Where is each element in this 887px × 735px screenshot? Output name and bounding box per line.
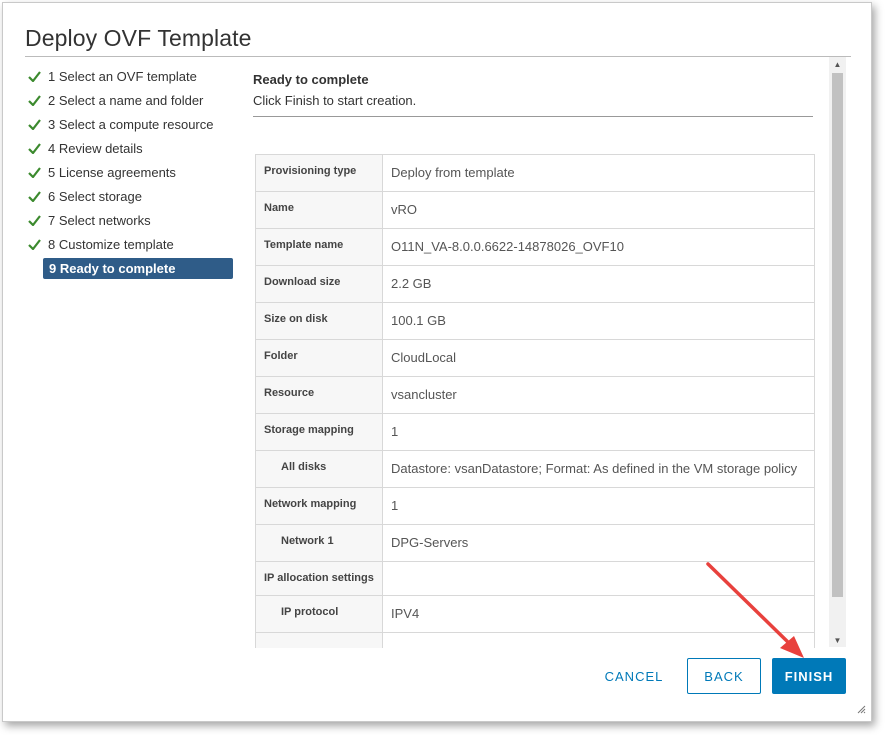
step-8[interactable]: 8 Customize template [28,232,238,256]
row-label: Size on disk [256,303,383,339]
ready-to-complete-panel: Ready to complete Click Finish to start … [253,68,843,648]
summary-table: Provisioning type Deploy from template N… [255,154,815,648]
back-button[interactable]: BACK [687,658,761,694]
vertical-scrollbar[interactable]: ▲ ▼ [829,57,846,647]
title-divider [25,56,851,57]
table-row: Name vRO [256,192,814,229]
section-title: Ready to complete [253,72,369,87]
row-label: Network mapping [256,488,383,524]
step-label: 6 Select storage [48,188,142,204]
table-row [256,633,814,648]
row-label: Provisioning type [256,155,383,191]
section-divider [253,116,813,117]
step-5[interactable]: 5 License agreements [28,160,238,184]
row-value: 100.1 GB [391,313,446,328]
row-label: Folder [256,340,383,376]
row-value: 1 [391,424,399,439]
cancel-button[interactable]: CANCEL [594,658,674,694]
row-value [383,633,814,648]
row-value: vsancluster [391,387,457,402]
scroll-thumb[interactable] [832,73,843,597]
row-value: O11N_VA-8.0.0.6622-14878026_OVF10 [391,239,624,254]
table-row: Provisioning type Deploy from template [256,155,814,192]
row-value [383,562,814,595]
table-row: Size on disk 100.1 GB [256,303,814,340]
row-value: 2.2 GB [391,276,432,291]
step-label: 7 Select networks [48,212,151,228]
step-9-active[interactable]: 9 Ready to complete [43,256,238,280]
row-label: Template name [256,229,383,265]
row-label: Name [256,192,383,228]
table-row: Download size 2.2 GB [256,266,814,303]
table-row: IP allocation settings [256,562,814,596]
row-value: DPG-Servers [391,535,469,550]
section-subtitle: Click Finish to start creation. [253,93,417,108]
step-label: 2 Select a name and folder [48,92,204,108]
step-label: 4 Review details [48,140,143,156]
table-row: IP protocol IPV4 [256,596,814,633]
checkmark-icon [28,238,48,250]
row-value: Datastore: vsanDatastore; Format: As def… [391,461,798,476]
step-1[interactable]: 1 Select an OVF template [28,64,238,88]
scroll-up-arrow-icon[interactable]: ▲ [829,57,846,71]
row-label [256,633,383,648]
step-label: 1 Select an OVF template [48,68,197,84]
row-label: Download size [256,266,383,302]
resize-grip-icon[interactable] [856,704,866,714]
table-row: Template name O11N_VA-8.0.0.6622-1487802… [256,229,814,266]
checkmark-icon [28,94,48,106]
table-row: All disks Datastore: vsanDatastore; Form… [256,451,814,488]
dialog-title: Deploy OVF Template [25,25,252,51]
wizard-steps: 1 Select an OVF template 2 Select a name… [28,64,238,280]
step-4[interactable]: 4 Review details [28,136,238,160]
checkmark-icon [28,142,48,154]
checkmark-icon [28,166,48,178]
step-label: 5 License agreements [48,164,176,180]
row-label: IP protocol [256,596,383,632]
checkmark-icon [28,214,48,226]
step-label: 8 Customize template [48,236,174,252]
table-row: Resource vsancluster [256,377,814,414]
checkmark-icon [28,118,48,130]
step-label: 9 Ready to complete [43,257,233,279]
row-value: CloudLocal [391,350,457,365]
scroll-down-arrow-icon[interactable]: ▼ [829,633,846,647]
row-label: Resource [256,377,383,413]
table-row: Network mapping 1 [256,488,814,525]
step-2[interactable]: 2 Select a name and folder [28,88,238,112]
checkmark-icon [28,190,48,202]
checkmark-icon [28,70,48,82]
finish-button[interactable]: FINISH [772,658,846,694]
step-7[interactable]: 7 Select networks [28,208,238,232]
row-label: Network 1 [256,525,383,561]
table-row: Folder CloudLocal [256,340,814,377]
row-value: IPV4 [391,606,420,621]
row-value: vRO [391,202,417,217]
row-value: 1 [391,498,399,513]
step-3[interactable]: 3 Select a compute resource [28,112,238,136]
step-6[interactable]: 6 Select storage [28,184,238,208]
table-row: Storage mapping 1 [256,414,814,451]
row-label: Storage mapping [256,414,383,450]
step-label: 3 Select a compute resource [48,116,214,132]
row-label: IP allocation settings [256,562,383,595]
table-row: Network 1 DPG-Servers [256,525,814,562]
row-label: All disks [256,451,383,487]
row-value: Deploy from template [391,165,515,180]
